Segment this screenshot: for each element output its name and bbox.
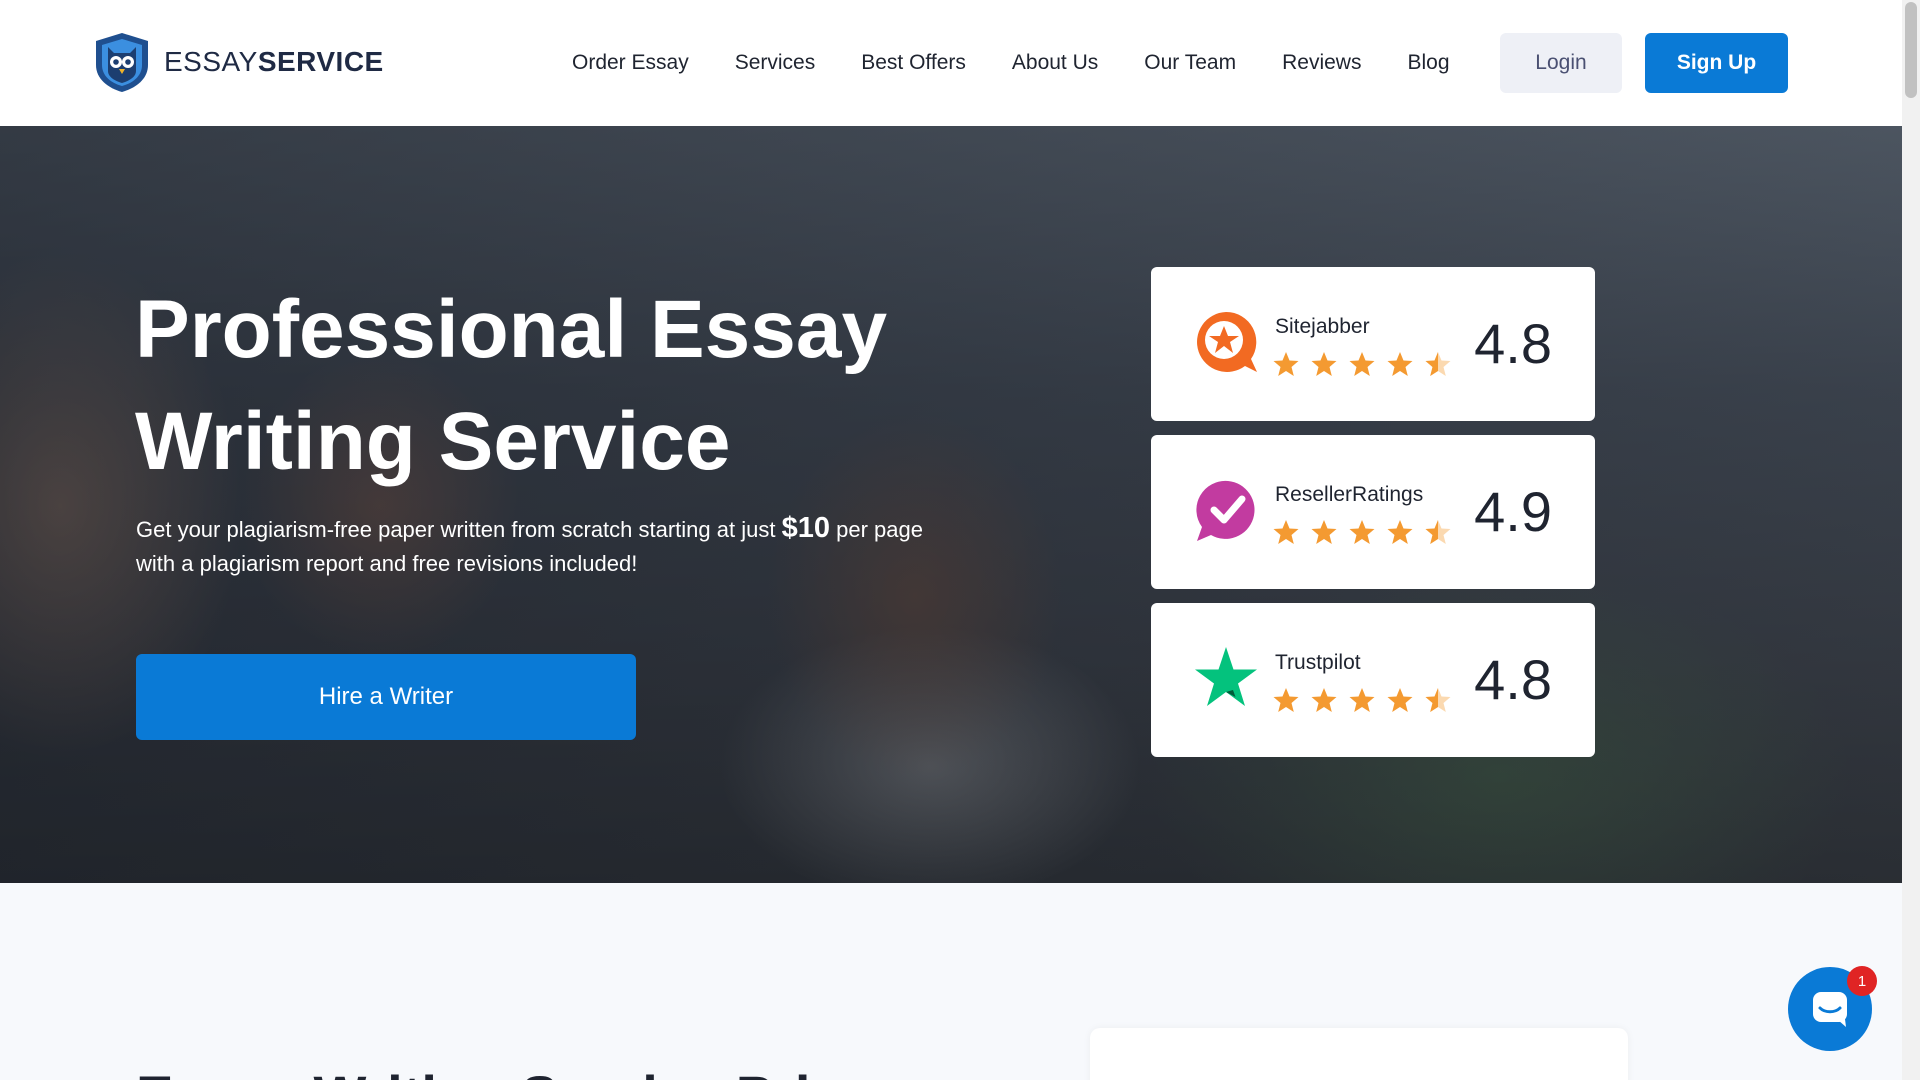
hero-subtitle-pre: Get your plagiarism-free paper written f… <box>136 517 776 542</box>
hero-subtitle: Get your plagiarism-free paper written f… <box>136 511 996 581</box>
hire-writer-button[interactable]: Hire a Writer <box>136 654 636 740</box>
rating-name: Sitejabber <box>1275 315 1370 338</box>
nav-blog[interactable]: Blog <box>1407 51 1449 75</box>
site-header: ESSAYSERVICE Order Essay Services Best O… <box>0 0 1902 126</box>
chat-notification-badge: 1 <box>1847 966 1877 996</box>
hero-price: $10 <box>781 512 830 544</box>
rating-score: 4.8 <box>1474 648 1552 711</box>
star-icon <box>1311 687 1349 715</box>
star-rating <box>1273 351 1463 379</box>
star-icon <box>1273 519 1311 547</box>
star-icon <box>1387 351 1425 379</box>
star-icon <box>1311 519 1349 547</box>
star-icon <box>1273 351 1311 379</box>
nav-about-us[interactable]: About Us <box>1012 51 1098 75</box>
rating-card-sitejabber[interactable]: Sitejabber 4.8 <box>1151 267 1595 421</box>
logo-text-light: ESSAY <box>164 46 258 77</box>
star-icon <box>1349 351 1387 379</box>
hero-title: Professional Essay Writing Service <box>135 274 935 498</box>
trustpilot-star-icon <box>1195 647 1257 706</box>
nav-reviews[interactable]: Reviews <box>1282 51 1361 75</box>
site-logo[interactable]: ESSAYSERVICE <box>92 31 384 93</box>
rating-score: 4.9 <box>1474 480 1552 543</box>
logo-text-bold: SERVICE <box>257 46 384 77</box>
half-star-icon <box>1425 687 1463 715</box>
rating-name: ResellerRatings <box>1275 483 1424 506</box>
price-calculator-card[interactable] <box>1090 1028 1628 1080</box>
pricing-section: Essay Writing Service Price <box>0 883 1902 1080</box>
star-icon <box>1273 687 1311 715</box>
rating-name: Trustpilot <box>1275 651 1361 674</box>
sitejabber-icon <box>1197 311 1257 372</box>
hero-title-line1: Professional Essay <box>135 284 888 375</box>
chat-icon <box>1813 992 1847 1027</box>
hero-subtitle-post: per page <box>836 517 923 542</box>
star-rating <box>1273 687 1463 715</box>
nav-our-team[interactable]: Our Team <box>1144 51 1236 75</box>
hero-title-line2: Writing Service <box>135 396 731 487</box>
page-scrollbar[interactable] <box>1902 0 1920 1080</box>
signup-button[interactable]: Sign Up <box>1645 33 1788 93</box>
login-button[interactable]: Login <box>1500 33 1622 93</box>
nav-services[interactable]: Services <box>735 51 816 75</box>
star-icon <box>1349 519 1387 547</box>
scrollbar-thumb[interactable] <box>1905 2 1917 98</box>
hero-background-photo <box>0 126 1902 883</box>
rating-score: 4.8 <box>1474 312 1552 375</box>
nav-order-essay[interactable]: Order Essay <box>572 51 689 75</box>
star-rating <box>1273 519 1463 547</box>
star-icon <box>1349 687 1387 715</box>
star-icon <box>1387 687 1425 715</box>
main-nav: Order Essay Services Best Offers About U… <box>572 0 1450 126</box>
half-star-icon <box>1425 519 1463 547</box>
star-icon <box>1311 351 1349 379</box>
nav-best-offers[interactable]: Best Offers <box>861 51 966 75</box>
owl-shield-icon <box>96 33 148 92</box>
logo-text: ESSAYSERVICE <box>164 46 384 78</box>
pricing-heading: Essay Writing Service Price <box>136 1063 873 1080</box>
hero-section: Professional Essay Writing Service Get y… <box>0 126 1902 883</box>
star-icon <box>1387 519 1425 547</box>
rating-card-trustpilot[interactable]: Trustpilot 4.8 <box>1151 603 1595 757</box>
resellerratings-icon <box>1196 480 1255 541</box>
rating-card-resellerratings[interactable]: ResellerRatings 4.9 <box>1151 435 1595 589</box>
hero-subtitle-line2: with a plagiarism report and free revisi… <box>136 551 638 576</box>
half-star-icon <box>1425 351 1463 379</box>
